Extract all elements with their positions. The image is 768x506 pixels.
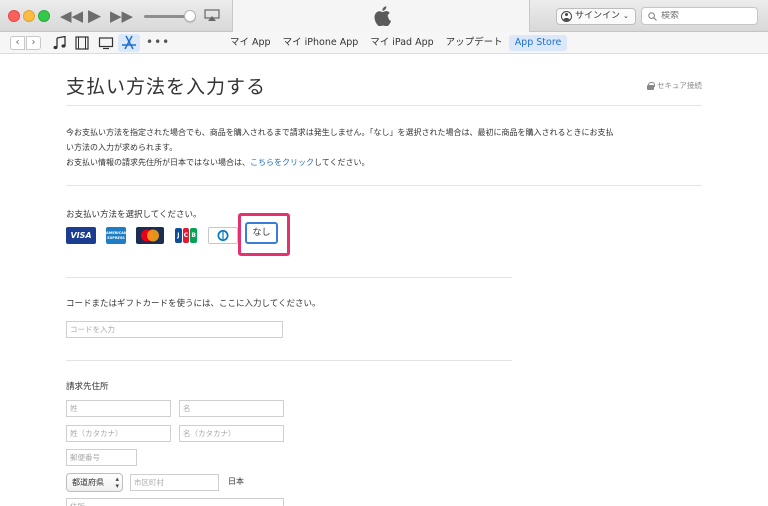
more-button[interactable]: •••	[146, 35, 170, 49]
play-icon[interactable]: ▶	[88, 7, 101, 25]
back-button[interactable]: ‹	[10, 36, 25, 50]
lcd-display	[232, 0, 530, 32]
rewind-icon[interactable]: ◀◀	[60, 7, 83, 25]
close-window-button[interactable]	[8, 10, 20, 22]
code-label: コードまたはギフトカードを使うには、ここに入力してください。	[66, 299, 321, 309]
intro-line-3-prefix: お支払い情報の請求先住所が日本ではない場合は、	[66, 158, 250, 167]
secure-label: セキュア接続	[657, 81, 702, 90]
jcb-card-option[interactable]: J C B	[174, 227, 198, 244]
non-japan-address-link[interactable]: こちらをクリック	[250, 158, 314, 167]
chevron-down-icon: ⌄	[623, 12, 629, 20]
divider	[66, 360, 512, 361]
prefecture-select-value: 都道府県	[72, 478, 104, 487]
search-box[interactable]	[641, 7, 758, 25]
page-title: 支払い方法を入力する	[66, 76, 267, 98]
divider	[66, 185, 702, 186]
mastercard-option[interactable]	[136, 227, 164, 244]
amex-card-option[interactable]: AMERICAN EXPRESS	[106, 227, 127, 244]
divider	[66, 277, 512, 278]
intro-line-3: お支払い情報の請求先住所が日本ではない場合は、こちらをクリックしてください。	[66, 155, 706, 170]
divider	[66, 105, 702, 106]
country-label: 日本	[228, 477, 244, 486]
signin-label: サインイン	[575, 11, 621, 21]
signin-button[interactable]: サインイン ⌄	[556, 8, 636, 25]
airplay-icon[interactable]	[204, 9, 220, 22]
music-icon[interactable]	[52, 36, 68, 50]
billing-address-label: 請求先住所	[66, 382, 109, 392]
user-icon	[561, 11, 572, 22]
intro-line-2: い方法の入力が求められます。	[66, 143, 178, 152]
volume-slider-knob[interactable]	[184, 10, 196, 22]
mastercard-logo-icon	[141, 229, 159, 242]
secure-connection-label: セキュア接続	[647, 80, 702, 91]
first-name-field[interactable]	[179, 400, 284, 417]
zoom-window-button[interactable]	[38, 10, 50, 22]
fast-forward-icon[interactable]: ▶▶	[110, 7, 133, 25]
street-address-field[interactable]	[66, 498, 284, 506]
payment-page: 支払い方法を入力する セキュア接続 今お支払い方法を指定された場合でも、商品を購…	[0, 55, 768, 506]
prefecture-select[interactable]: 都道府県 ▴ ▾	[66, 473, 123, 492]
minimize-window-button[interactable]	[23, 10, 35, 22]
first-name-kana-field[interactable]	[179, 425, 284, 442]
movies-icon[interactable]	[74, 36, 90, 50]
lock-icon	[647, 81, 655, 90]
forward-button[interactable]: ›	[26, 36, 41, 50]
city-field[interactable]	[130, 474, 219, 491]
app-store-toolbar-button[interactable]	[118, 34, 140, 52]
window-titlebar: ◀◀ ▶ ▶▶ サインイン ⌄	[0, 0, 768, 32]
intro-text: 今お支払い方法を指定された場合でも、商品を購入されるまで請求は発生しません。「な…	[66, 125, 706, 170]
select-arrows-icon: ▴ ▾	[115, 475, 119, 490]
diners-logo-icon	[217, 230, 229, 241]
tab-app-store[interactable]: App Store	[508, 35, 568, 51]
last-name-kana-field[interactable]	[66, 425, 171, 442]
apple-logo-icon	[374, 6, 391, 26]
tab-updates[interactable]: アップデート	[440, 35, 509, 51]
jcb-letter-b: B	[190, 228, 198, 243]
visa-card-option[interactable]: VISA	[66, 227, 96, 244]
tab-my-apps[interactable]: マイ App	[224, 35, 277, 51]
store-tabs: マイ App マイ iPhone App マイ iPad App アップデート …	[224, 35, 568, 51]
none-payment-button[interactable]: なし	[245, 222, 278, 244]
jcb-letter-c: C	[182, 228, 190, 243]
diners-card-option[interactable]	[208, 227, 238, 244]
tv-icon[interactable]	[98, 36, 114, 50]
postal-code-field[interactable]	[66, 449, 137, 466]
gift-code-input[interactable]	[66, 321, 283, 338]
payment-method-label: お支払い方法を選択してください。	[66, 210, 202, 220]
tab-my-iphone-apps[interactable]: マイ iPhone App	[277, 35, 365, 51]
search-input[interactable]	[661, 11, 751, 21]
tab-my-ipad-apps[interactable]: マイ iPad App	[364, 35, 439, 51]
app-store-icon	[122, 35, 136, 50]
jcb-letter-j: J	[175, 228, 182, 243]
toolbar: ‹ › ••• マイ App マイ iPhone App マイ iPad App…	[0, 32, 768, 54]
intro-line-3-suffix: してください。	[314, 158, 370, 167]
search-icon	[648, 11, 657, 21]
last-name-field[interactable]	[66, 400, 171, 417]
intro-line-1: 今お支払い方法を指定された場合でも、商品を購入されるまで請求は発生しません。「な…	[66, 128, 614, 137]
